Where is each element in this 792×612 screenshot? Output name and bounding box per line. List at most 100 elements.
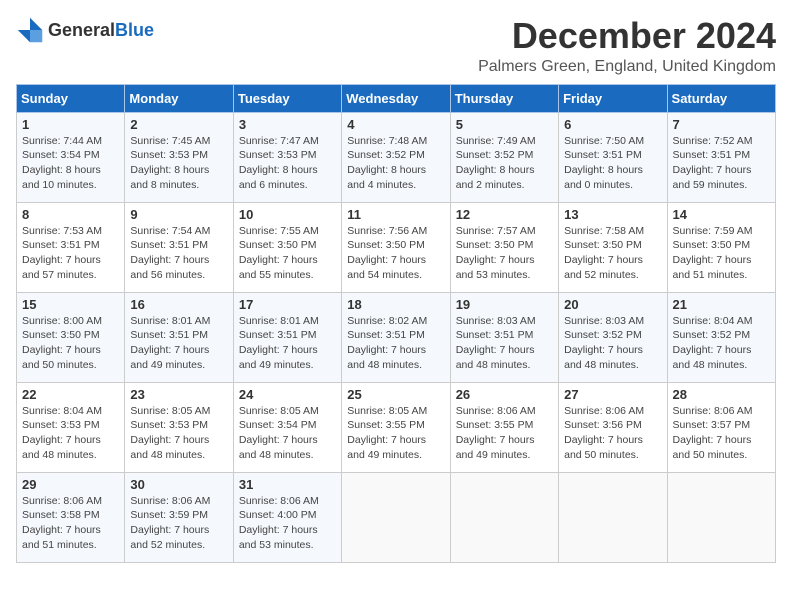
table-row: 2 Sunrise: 7:45 AMSunset: 3:53 PMDayligh… xyxy=(125,112,233,202)
day-info: Sunrise: 8:01 AMSunset: 3:51 PMDaylight:… xyxy=(239,315,319,371)
month-title: December 2024 xyxy=(478,16,776,56)
col-tuesday: Tuesday xyxy=(233,84,341,112)
table-row: 31 Sunrise: 8:06 AMSunset: 4:00 PMDaylig… xyxy=(233,472,341,562)
day-info: Sunrise: 7:49 AMSunset: 3:52 PMDaylight:… xyxy=(456,135,536,191)
location-title: Palmers Green, England, United Kingdom xyxy=(478,58,776,76)
table-row: 30 Sunrise: 8:06 AMSunset: 3:59 PMDaylig… xyxy=(125,472,233,562)
day-info: Sunrise: 7:45 AMSunset: 3:53 PMDaylight:… xyxy=(130,135,210,191)
day-number: 13 xyxy=(564,207,661,222)
day-info: Sunrise: 7:58 AMSunset: 3:50 PMDaylight:… xyxy=(564,225,644,281)
day-number: 27 xyxy=(564,387,661,402)
day-info: Sunrise: 8:06 AMSunset: 3:57 PMDaylight:… xyxy=(673,405,753,461)
table-row: 7 Sunrise: 7:52 AMSunset: 3:51 PMDayligh… xyxy=(667,112,775,202)
day-info: Sunrise: 8:06 AMSunset: 4:00 PMDaylight:… xyxy=(239,495,319,551)
col-thursday: Thursday xyxy=(450,84,558,112)
table-row: 27 Sunrise: 8:06 AMSunset: 3:56 PMDaylig… xyxy=(559,382,667,472)
col-monday: Monday xyxy=(125,84,233,112)
table-row: 23 Sunrise: 8:05 AMSunset: 3:53 PMDaylig… xyxy=(125,382,233,472)
calendar-table: Sunday Monday Tuesday Wednesday Thursday… xyxy=(16,84,776,563)
table-row: 1 Sunrise: 7:44 AMSunset: 3:54 PMDayligh… xyxy=(17,112,125,202)
table-row: 16 Sunrise: 8:01 AMSunset: 3:51 PMDaylig… xyxy=(125,292,233,382)
day-info: Sunrise: 7:53 AMSunset: 3:51 PMDaylight:… xyxy=(22,225,102,281)
day-number: 8 xyxy=(22,207,119,222)
table-row: 19 Sunrise: 8:03 AMSunset: 3:51 PMDaylig… xyxy=(450,292,558,382)
day-number: 31 xyxy=(239,477,336,492)
logo-blue-text: Blue xyxy=(115,20,154,41)
day-number: 7 xyxy=(673,117,770,132)
logo-icon xyxy=(16,16,44,44)
table-row xyxy=(342,472,450,562)
day-info: Sunrise: 7:44 AMSunset: 3:54 PMDaylight:… xyxy=(22,135,102,191)
table-row: 15 Sunrise: 8:00 AMSunset: 3:50 PMDaylig… xyxy=(17,292,125,382)
day-info: Sunrise: 8:06 AMSunset: 3:58 PMDaylight:… xyxy=(22,495,102,551)
day-info: Sunrise: 8:03 AMSunset: 3:51 PMDaylight:… xyxy=(456,315,536,371)
table-row: 10 Sunrise: 7:55 AMSunset: 3:50 PMDaylig… xyxy=(233,202,341,292)
table-row: 28 Sunrise: 8:06 AMSunset: 3:57 PMDaylig… xyxy=(667,382,775,472)
day-number: 15 xyxy=(22,297,119,312)
table-row xyxy=(450,472,558,562)
calendar-week-row: 8 Sunrise: 7:53 AMSunset: 3:51 PMDayligh… xyxy=(17,202,776,292)
table-row: 17 Sunrise: 8:01 AMSunset: 3:51 PMDaylig… xyxy=(233,292,341,382)
table-row: 24 Sunrise: 8:05 AMSunset: 3:54 PMDaylig… xyxy=(233,382,341,472)
calendar-week-row: 22 Sunrise: 8:04 AMSunset: 3:53 PMDaylig… xyxy=(17,382,776,472)
col-friday: Friday xyxy=(559,84,667,112)
day-number: 14 xyxy=(673,207,770,222)
table-row: 3 Sunrise: 7:47 AMSunset: 3:53 PMDayligh… xyxy=(233,112,341,202)
day-info: Sunrise: 7:50 AMSunset: 3:51 PMDaylight:… xyxy=(564,135,644,191)
table-row: 13 Sunrise: 7:58 AMSunset: 3:50 PMDaylig… xyxy=(559,202,667,292)
day-number: 21 xyxy=(673,297,770,312)
day-info: Sunrise: 7:52 AMSunset: 3:51 PMDaylight:… xyxy=(673,135,753,191)
table-row: 11 Sunrise: 7:56 AMSunset: 3:50 PMDaylig… xyxy=(342,202,450,292)
page-header: General Blue December 2024 Palmers Green… xyxy=(16,16,776,76)
table-row: 4 Sunrise: 7:48 AMSunset: 3:52 PMDayligh… xyxy=(342,112,450,202)
day-number: 29 xyxy=(22,477,119,492)
day-info: Sunrise: 8:04 AMSunset: 3:52 PMDaylight:… xyxy=(673,315,753,371)
day-number: 3 xyxy=(239,117,336,132)
day-number: 17 xyxy=(239,297,336,312)
logo: General Blue xyxy=(16,16,154,44)
day-info: Sunrise: 7:48 AMSunset: 3:52 PMDaylight:… xyxy=(347,135,427,191)
day-number: 25 xyxy=(347,387,444,402)
table-row: 29 Sunrise: 8:06 AMSunset: 3:58 PMDaylig… xyxy=(17,472,125,562)
table-row: 26 Sunrise: 8:06 AMSunset: 3:55 PMDaylig… xyxy=(450,382,558,472)
table-row: 14 Sunrise: 7:59 AMSunset: 3:50 PMDaylig… xyxy=(667,202,775,292)
day-info: Sunrise: 7:55 AMSunset: 3:50 PMDaylight:… xyxy=(239,225,319,281)
day-info: Sunrise: 8:06 AMSunset: 3:56 PMDaylight:… xyxy=(564,405,644,461)
day-number: 28 xyxy=(673,387,770,402)
day-info: Sunrise: 8:03 AMSunset: 3:52 PMDaylight:… xyxy=(564,315,644,371)
day-number: 19 xyxy=(456,297,553,312)
day-info: Sunrise: 8:05 AMSunset: 3:55 PMDaylight:… xyxy=(347,405,427,461)
table-row: 5 Sunrise: 7:49 AMSunset: 3:52 PMDayligh… xyxy=(450,112,558,202)
day-number: 23 xyxy=(130,387,227,402)
table-row: 8 Sunrise: 7:53 AMSunset: 3:51 PMDayligh… xyxy=(17,202,125,292)
day-info: Sunrise: 7:56 AMSunset: 3:50 PMDaylight:… xyxy=(347,225,427,281)
day-info: Sunrise: 8:05 AMSunset: 3:54 PMDaylight:… xyxy=(239,405,319,461)
day-number: 16 xyxy=(130,297,227,312)
table-row: 9 Sunrise: 7:54 AMSunset: 3:51 PMDayligh… xyxy=(125,202,233,292)
day-number: 22 xyxy=(22,387,119,402)
logo-general-text: General xyxy=(48,20,115,41)
day-number: 24 xyxy=(239,387,336,402)
day-number: 18 xyxy=(347,297,444,312)
table-row: 21 Sunrise: 8:04 AMSunset: 3:52 PMDaylig… xyxy=(667,292,775,382)
day-info: Sunrise: 8:04 AMSunset: 3:53 PMDaylight:… xyxy=(22,405,102,461)
day-info: Sunrise: 7:47 AMSunset: 3:53 PMDaylight:… xyxy=(239,135,319,191)
day-number: 1 xyxy=(22,117,119,132)
day-number: 20 xyxy=(564,297,661,312)
table-row: 20 Sunrise: 8:03 AMSunset: 3:52 PMDaylig… xyxy=(559,292,667,382)
day-info: Sunrise: 8:06 AMSunset: 3:55 PMDaylight:… xyxy=(456,405,536,461)
day-info: Sunrise: 8:06 AMSunset: 3:59 PMDaylight:… xyxy=(130,495,210,551)
table-row: 6 Sunrise: 7:50 AMSunset: 3:51 PMDayligh… xyxy=(559,112,667,202)
col-sunday: Sunday xyxy=(17,84,125,112)
col-wednesday: Wednesday xyxy=(342,84,450,112)
day-number: 30 xyxy=(130,477,227,492)
calendar-week-row: 29 Sunrise: 8:06 AMSunset: 3:58 PMDaylig… xyxy=(17,472,776,562)
table-row: 22 Sunrise: 8:04 AMSunset: 3:53 PMDaylig… xyxy=(17,382,125,472)
day-number: 2 xyxy=(130,117,227,132)
table-row: 25 Sunrise: 8:05 AMSunset: 3:55 PMDaylig… xyxy=(342,382,450,472)
day-info: Sunrise: 8:01 AMSunset: 3:51 PMDaylight:… xyxy=(130,315,210,371)
day-info: Sunrise: 8:02 AMSunset: 3:51 PMDaylight:… xyxy=(347,315,427,371)
day-number: 5 xyxy=(456,117,553,132)
day-number: 6 xyxy=(564,117,661,132)
calendar-header-row: Sunday Monday Tuesday Wednesday Thursday… xyxy=(17,84,776,112)
